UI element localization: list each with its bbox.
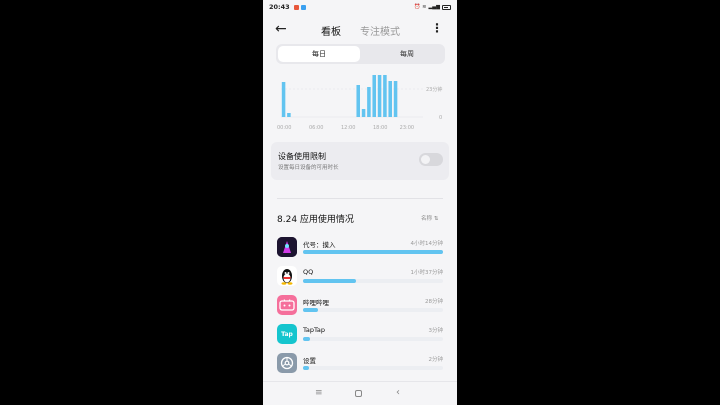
status-time: 20:43 [269, 3, 290, 11]
signal-icon: ▂▄▆ [428, 4, 440, 10]
nav-back-icon[interactable]: ‹ [396, 387, 400, 398]
sort-by-name-button[interactable]: 名称 ⇅ [421, 214, 438, 222]
app-usage-track [303, 250, 443, 254]
chart-bar [377, 75, 382, 117]
more-menu-icon[interactable]: ⋮ [431, 21, 443, 35]
chart-y-tick-label: 23分钟 [426, 86, 442, 93]
app-name: 哔哩哔哩 [303, 299, 329, 307]
settings-icon [277, 353, 297, 373]
app-usage-track [303, 366, 443, 370]
taptap-icon: Tap [277, 324, 297, 344]
app-usage-track [303, 308, 443, 312]
phone-screen: 20:43 ⏰ ≋ ▂▄▆ ← 看板 专注模式 ⋮ 每日 每周 00:00 06:… [263, 0, 457, 405]
game-icon [277, 237, 297, 257]
device-limit-subtitle: 设置每日设备的可用时长 [278, 165, 339, 171]
app-usage-track [303, 337, 443, 341]
chart-y-tick-label: 0 [439, 115, 442, 121]
usage-section-title: 8.24 应用使用情况 [277, 215, 354, 225]
chart-x-tick-label: 23:00 [400, 125, 414, 131]
qq-penguin-icon [277, 266, 297, 286]
app-usage-time: 1小时37分钟 [410, 270, 444, 276]
segment-weekly[interactable]: 每周 [372, 46, 442, 62]
app-usage-bar [303, 308, 319, 312]
chart-bar [367, 87, 371, 117]
status-bar: 20:43 ⏰ ≋ ▂▄▆ [263, 0, 457, 14]
chart-bar [361, 109, 366, 117]
chart-x-tick-label: 12:00 [341, 125, 355, 131]
app-usage-row[interactable]: QQ 1小时37分钟 [277, 266, 443, 290]
usage-chart-svg: 00:00 06:00 12:00 18:00 23:00 23分钟 0 [277, 75, 442, 131]
app-usage-time: 4小时14分钟 [410, 241, 444, 247]
app-usage-row[interactable]: 哔哩哔哩 28分钟 [277, 295, 443, 319]
app-usage-time: 3分钟 [428, 328, 444, 334]
device-limit-title: 设备使用限制 [278, 152, 326, 161]
app-name: QQ [303, 268, 314, 276]
battery-icon [442, 4, 451, 10]
app-usage-bar [303, 279, 357, 283]
tab-focus-mode[interactable]: 专注模式 [360, 23, 400, 38]
app-usage-row[interactable]: 设置 2分钟 [277, 353, 443, 377]
app-usage-row[interactable]: 代号：摸入 4小时14分钟 [277, 237, 443, 261]
divider [277, 198, 443, 199]
chart-bar [393, 81, 398, 117]
chart-bar [356, 85, 360, 117]
app-name: 设置 [303, 357, 316, 365]
app-usage-bar [303, 337, 310, 341]
chart-x-tick-label: 06:00 [309, 125, 323, 131]
wifi-icon: ≋ [422, 4, 427, 10]
chart-bar [281, 82, 286, 117]
app-usage-bar [303, 250, 443, 254]
chart-bar [287, 113, 291, 117]
usage-chart: 00:00 06:00 12:00 18:00 23:00 23分钟 0 [263, 66, 457, 136]
app-usage-track [303, 279, 443, 283]
bilibili-icon [277, 295, 297, 315]
device-limit-toggle[interactable] [419, 153, 443, 166]
chart-bar [372, 75, 376, 117]
chart-bar [388, 81, 392, 117]
period-switcher: 每日 每周 [276, 44, 445, 64]
app-usage-row[interactable]: Tap TapTap 3分钟 [277, 324, 443, 348]
header: ← 看板 专注模式 ⋮ [263, 18, 457, 42]
home-icon[interactable] [355, 390, 362, 397]
segment-daily[interactable]: 每日 [278, 46, 360, 62]
recent-apps-icon[interactable]: ≡ [315, 388, 323, 398]
app-usage-time: 2分钟 [428, 357, 444, 363]
alarm-icon: ⏰ [414, 4, 421, 10]
app-usage-time: 28分钟 [425, 299, 443, 305]
notification-icon [293, 4, 299, 10]
chart-x-tick-label: 18:00 [373, 125, 387, 131]
app-notification-icon [300, 4, 306, 10]
app-usage-bar [303, 366, 309, 370]
tab-dashboard[interactable]: 看板 [321, 23, 341, 38]
app-name: TapTap [303, 326, 326, 334]
back-arrow-icon[interactable]: ← [275, 21, 287, 37]
app-name: 代号：摸入 [303, 241, 336, 249]
system-nav-bar: ≡ ‹ [263, 381, 457, 405]
chart-bar [383, 75, 387, 117]
device-limit-card[interactable]: 设备使用限制 设置每日设备的可用时长 [271, 142, 449, 180]
chart-x-tick-label: 00:00 [277, 125, 291, 131]
